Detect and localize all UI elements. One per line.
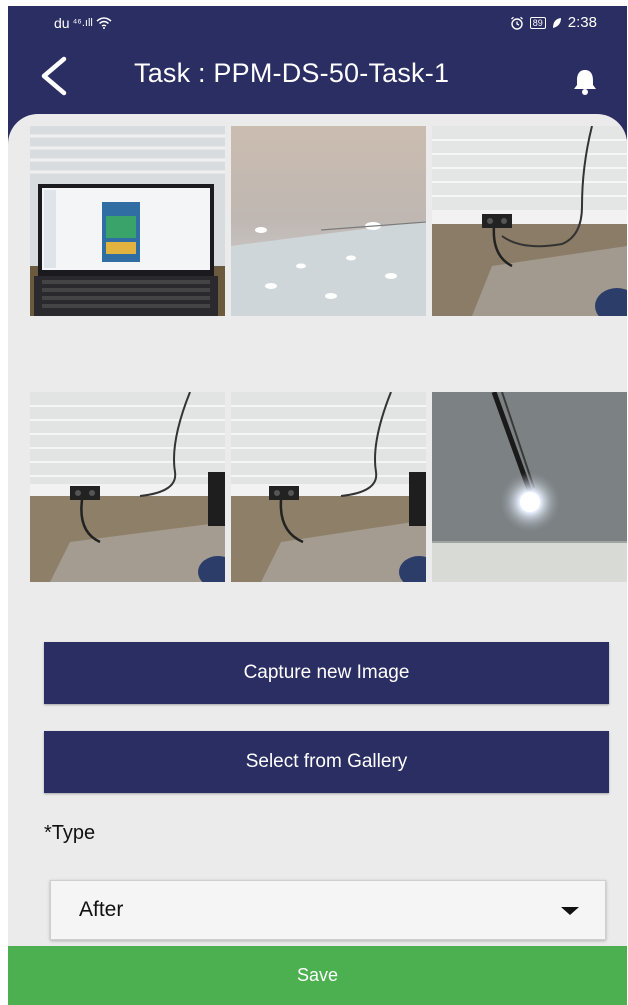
alarm-icon <box>510 16 523 30</box>
type-label: *Type <box>44 822 96 844</box>
photo-socket <box>432 126 627 316</box>
photo-thumbnail[interactable] <box>432 392 627 582</box>
photo-thumbnail[interactable] <box>30 126 225 316</box>
chevron-down-icon <box>561 907 579 915</box>
wifi-icon <box>96 17 112 29</box>
page-title: Task : PPM-DS-50-Task-1 <box>134 58 450 88</box>
signal-icon: ⁴⁶.ıll <box>72 17 93 29</box>
photo-light <box>432 392 627 582</box>
back-arrow-icon[interactable] <box>34 54 74 98</box>
phone-screen: du ⁴⁶.ıll 89 2:38 Task : PPM-DS-50-Task-… <box>8 6 627 1005</box>
status-time: 2:38 <box>567 14 597 31</box>
capture-image-button[interactable]: Capture new Image <box>44 642 609 704</box>
photo-laptop <box>30 126 225 316</box>
app-bar: Task : PPM-DS-50-Task-1 <box>8 40 627 116</box>
select-gallery-button[interactable]: Select from Gallery <box>44 731 609 793</box>
photo-socket <box>30 392 225 582</box>
battery-icon: 89 <box>529 16 546 29</box>
bell-icon[interactable] <box>570 66 600 96</box>
status-right: 89 2:38 <box>510 14 597 31</box>
type-dropdown-value: After <box>79 898 124 921</box>
photo-thumbnail[interactable] <box>30 392 225 582</box>
battery-level: 89 <box>532 17 543 28</box>
photo-socket <box>231 392 426 582</box>
type-dropdown[interactable]: After <box>50 880 606 940</box>
photo-thumbnail[interactable] <box>231 392 426 582</box>
save-button[interactable]: Save <box>8 946 627 1005</box>
carrier-label: du <box>54 15 70 31</box>
leaf-icon <box>552 17 561 28</box>
photo-thumbnail[interactable] <box>231 126 426 316</box>
photo-thumbnail[interactable] <box>432 126 627 316</box>
status-bar: du ⁴⁶.ıll 89 2:38 <box>8 6 627 40</box>
photo-ceiling <box>231 126 426 316</box>
status-left: du ⁴⁶.ıll <box>54 15 112 31</box>
content-area: Capture new Image Select from Gallery *T… <box>8 114 627 954</box>
